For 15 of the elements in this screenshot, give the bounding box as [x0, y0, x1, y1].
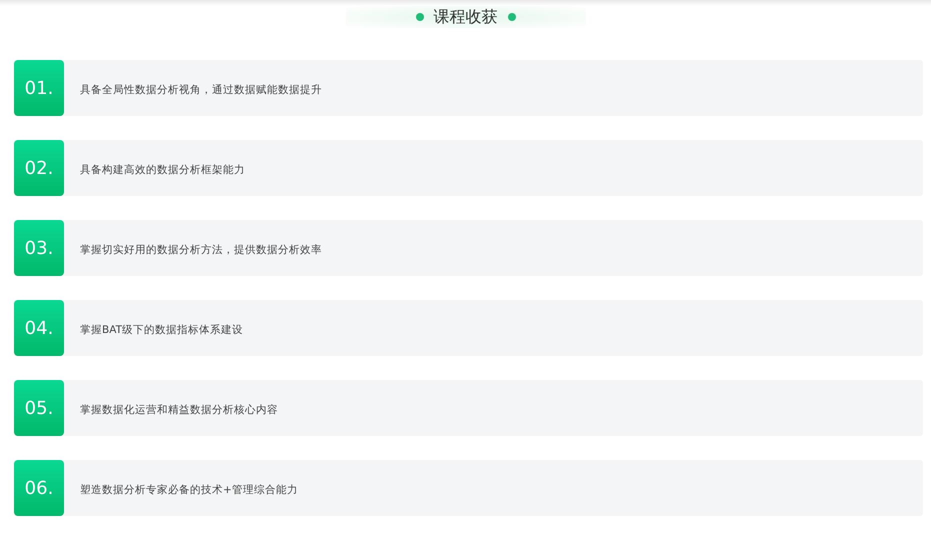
item-text: 掌握BAT级下的数据指标体系建设 [79, 323, 243, 338]
number-badge: 04. [14, 300, 64, 356]
number-badge: 03. [14, 220, 64, 276]
dot-icon [508, 13, 516, 21]
dot-icon [416, 13, 424, 21]
item-text: 掌握数据化运营和精益数据分析核心内容 [79, 403, 278, 418]
number-badge: 02. [14, 140, 64, 196]
number-badge: 01. [14, 60, 64, 116]
item-text: 塑造数据分析专家必备的技术+管理综合能力 [79, 483, 298, 498]
item-text: 掌握切实好用的数据分析方法，提供数据分析效率 [79, 243, 322, 258]
section-title: 课程收获 [434, 6, 498, 28]
item-text: 具备构建高效的数据分析框架能力 [79, 163, 245, 178]
item-text: 具备全局性数据分析视角，通过数据赋能数据提升 [79, 83, 322, 98]
number-badge: 06. [14, 460, 64, 516]
number-badge: 05. [14, 380, 64, 436]
